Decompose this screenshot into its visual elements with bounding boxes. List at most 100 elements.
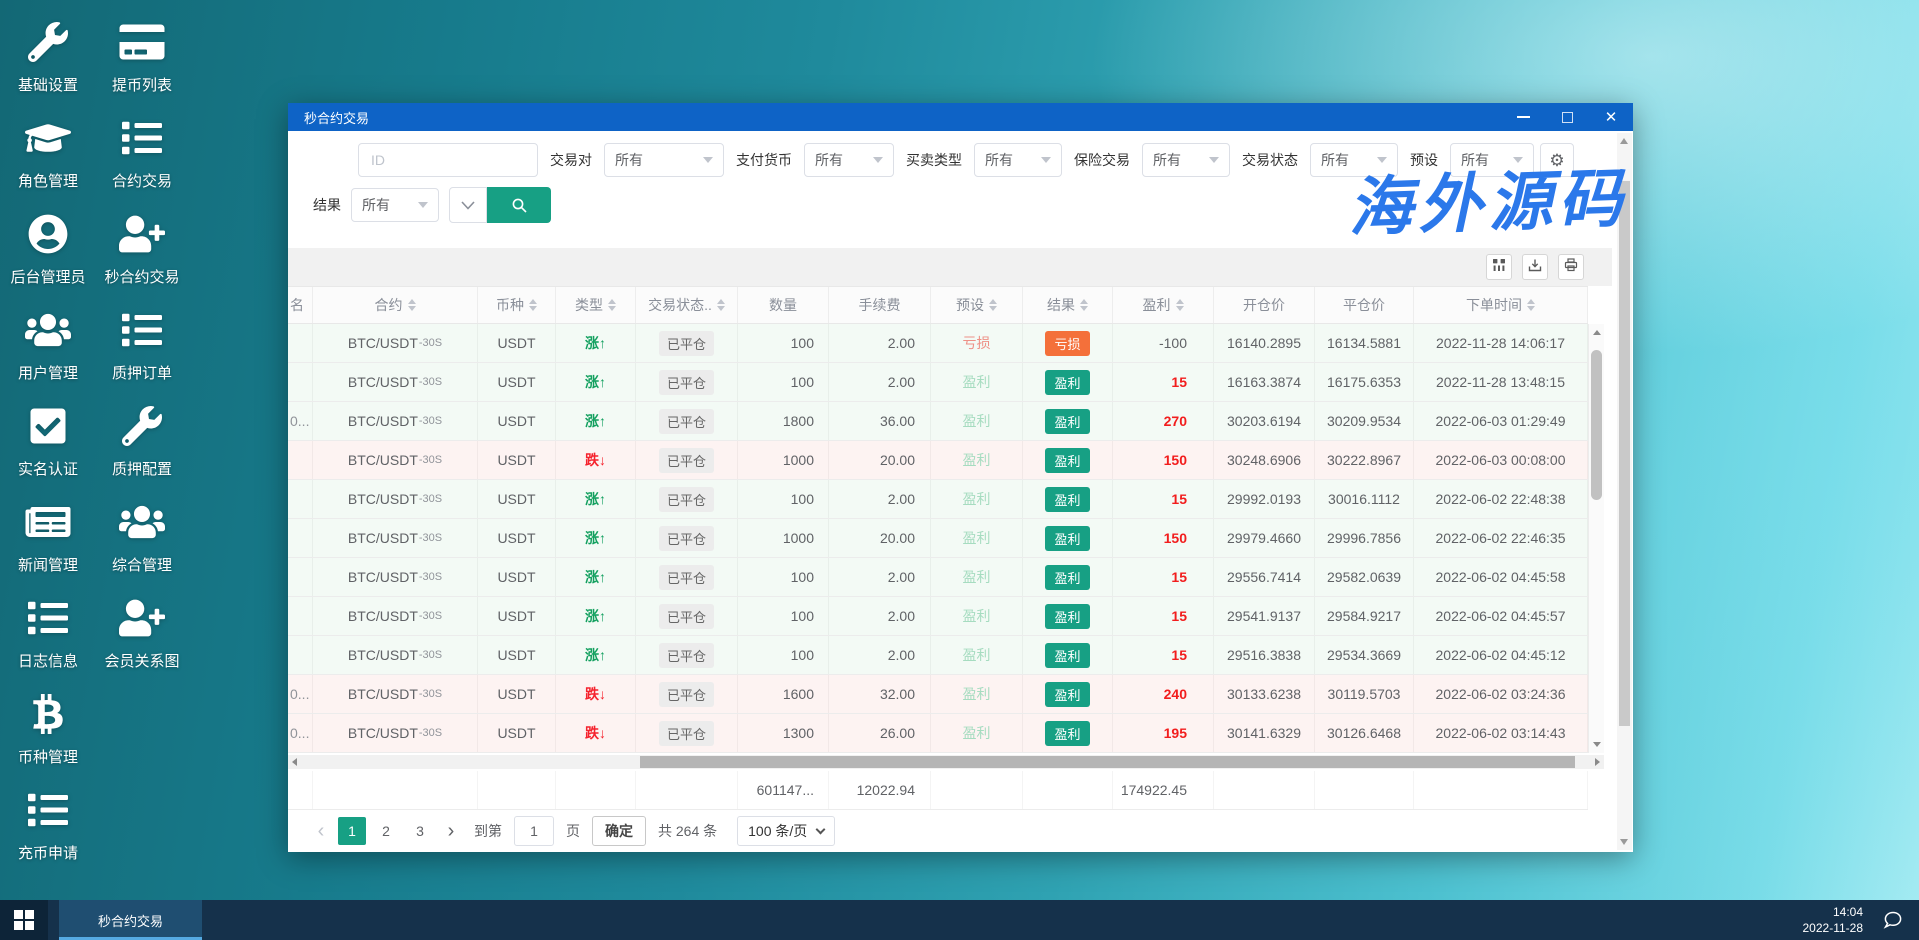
column-header-time[interactable]: 下单时间 (1414, 287, 1588, 323)
taskbar-app-item[interactable]: 秒合约交易 (59, 900, 202, 940)
cell-close: 29534.3669 (1315, 636, 1414, 674)
cell-status: 已平仓 (636, 636, 738, 674)
filter-select-支付货币[interactable]: 所有 (804, 143, 894, 177)
taskbar-clock[interactable]: 14:04 2022-11-28 (1803, 904, 1864, 936)
desktop-icon-日志信息[interactable]: 日志信息 (4, 598, 92, 671)
pair-period-label: -30S (418, 415, 443, 427)
window-vertical-scroll-thumb[interactable] (1619, 181, 1630, 726)
columns-icon (1492, 258, 1506, 277)
result-badge: 盈利 (1045, 525, 1090, 551)
desktop-icon-label: 币种管理 (17, 749, 78, 766)
filter-select-value: 所有 (985, 152, 1013, 168)
cell-type: 涨↑ (556, 324, 636, 362)
desktop-icon-币种管理[interactable]: 币种管理 (4, 694, 92, 767)
column-header-contract[interactable]: 合约 (313, 287, 478, 323)
preset-label: 盈利 (962, 413, 991, 429)
preset-label: 盈利 (962, 569, 991, 585)
desktop-icon-充币申请[interactable]: 充币申请 (4, 790, 92, 863)
table-vertical-scrollbar[interactable] (1588, 324, 1604, 753)
confirm-page-button[interactable]: 确定 (592, 816, 646, 846)
filter-select-买卖类型[interactable]: 所有 (974, 143, 1062, 177)
taskbar-app-label: 秒合约交易 (97, 913, 163, 929)
export-button[interactable] (1522, 254, 1548, 280)
close-button[interactable]: ✕ (1589, 103, 1633, 131)
page-button-2[interactable]: 2 (372, 817, 400, 845)
desktop-icon-新闻管理[interactable]: 新闻管理 (4, 502, 92, 575)
sort-asc-icon (716, 299, 725, 304)
cell-user (288, 597, 313, 635)
scroll-right-arrow-icon[interactable] (1595, 758, 1600, 766)
page-button-1[interactable]: 1 (338, 817, 366, 845)
desktop-icon-实名认证[interactable]: 实名认证 (4, 406, 92, 479)
window-titlebar[interactable]: 秒合约交易 ✕ (288, 103, 1633, 131)
next-page-button[interactable]: › (440, 820, 462, 843)
prev-page-button[interactable]: ‹ (310, 820, 332, 843)
scroll-up-arrow-icon[interactable] (1593, 330, 1601, 335)
cell-open: 29992.0193 (1214, 480, 1315, 518)
cell-result: 盈利 (1023, 480, 1113, 518)
cell-result: 盈利 (1023, 714, 1113, 752)
result-badge: 亏损 (1045, 330, 1090, 356)
desktop-icon-角色管理[interactable]: 角色管理 (4, 118, 92, 191)
preset-label: 盈利 (962, 374, 991, 390)
desktop-icon-合约交易[interactable]: 合约交易 (92, 118, 192, 191)
window-vertical-scrollbar[interactable] (1617, 133, 1632, 850)
goto-page-input[interactable] (514, 816, 554, 846)
column-header-status[interactable]: 交易状态.. (636, 287, 738, 323)
desktop-icon-会员关系图[interactable]: 会员关系图 (92, 598, 192, 671)
print-button[interactable] (1558, 254, 1584, 280)
per-page-select[interactable]: 100 条/页 (737, 816, 836, 846)
window-controls: ✕ (1501, 103, 1633, 131)
page-button-3[interactable]: 3 (406, 817, 434, 845)
table-vertical-scroll-thumb[interactable] (1591, 350, 1602, 500)
desktop-icon-秒合约交易[interactable]: 秒合约交易 (92, 214, 192, 287)
scroll-down-arrow-icon[interactable] (1593, 742, 1601, 747)
table-horizontal-scrollbar[interactable] (288, 755, 1604, 769)
chevron-down-icon (1209, 157, 1219, 163)
column-header-result[interactable]: 结果 (1023, 287, 1113, 323)
pair-period-label: -30S (418, 649, 443, 661)
filter-select-保险交易[interactable]: 所有 (1142, 143, 1230, 177)
filter-select-交易对[interactable]: 所有 (604, 143, 724, 177)
scroll-up-arrow-icon[interactable] (1620, 138, 1628, 144)
column-header-preset[interactable]: 预设 (931, 287, 1023, 323)
horizontal-scroll-thumb[interactable] (640, 756, 1575, 768)
minimize-button[interactable] (1501, 103, 1545, 131)
scroll-left-arrow-icon[interactable] (292, 758, 297, 766)
desktop-icon-后台管理员[interactable]: 后台管理员 (4, 214, 92, 287)
cell-type: 涨↑ (556, 597, 636, 635)
scroll-down-arrow-icon[interactable] (1620, 839, 1628, 845)
desktop-icon-用户管理[interactable]: 用户管理 (4, 310, 92, 383)
id-filter-input[interactable] (358, 143, 538, 177)
desktop-icon-提币列表[interactable]: 提币列表 (92, 22, 192, 95)
cell-time: 2022-11-28 14:06:17 (1414, 324, 1588, 362)
filter-select-交易状态[interactable]: 所有 (1310, 143, 1398, 177)
expand-filters-button[interactable] (449, 187, 487, 223)
cell-qty: 1600 (738, 675, 829, 713)
column-header-type[interactable]: 类型 (556, 287, 636, 323)
start-button[interactable] (0, 900, 48, 940)
cell-currency: USDT (478, 519, 556, 557)
cell-time: 2022-06-02 22:48:38 (1414, 480, 1588, 518)
desktop-icon-质押配置[interactable]: 质押配置 (92, 406, 192, 479)
columns-button[interactable] (1486, 254, 1512, 280)
sort-icon (407, 299, 416, 311)
column-header-profit[interactable]: 盈利 (1113, 287, 1214, 323)
chat-bubble-icon[interactable] (1881, 908, 1905, 932)
desktop-icon-质押订单[interactable]: 质押订单 (92, 310, 192, 383)
pair-period-label: -30S (418, 532, 443, 544)
filter-select-预设[interactable]: 所有 (1450, 143, 1534, 177)
cell-fee: 20.00 (829, 519, 931, 557)
maximize-button[interactable] (1545, 103, 1589, 131)
column-settings-button[interactable]: ⚙ (1540, 143, 1574, 177)
profit-value: 240 (1163, 686, 1187, 702)
windows-logo-icon (14, 910, 34, 930)
column-header-currency[interactable]: 币种 (478, 287, 556, 323)
desktop-icon-综合管理[interactable]: 综合管理 (92, 502, 192, 575)
result-badge: 盈利 (1045, 486, 1090, 512)
toolbar-buttons (1486, 254, 1584, 280)
sort-icon (608, 299, 616, 311)
desktop-icon-基础设置[interactable]: 基础设置 (4, 22, 92, 95)
search-button[interactable] (487, 187, 551, 223)
result-filter-select[interactable]: 所有 (351, 188, 439, 222)
